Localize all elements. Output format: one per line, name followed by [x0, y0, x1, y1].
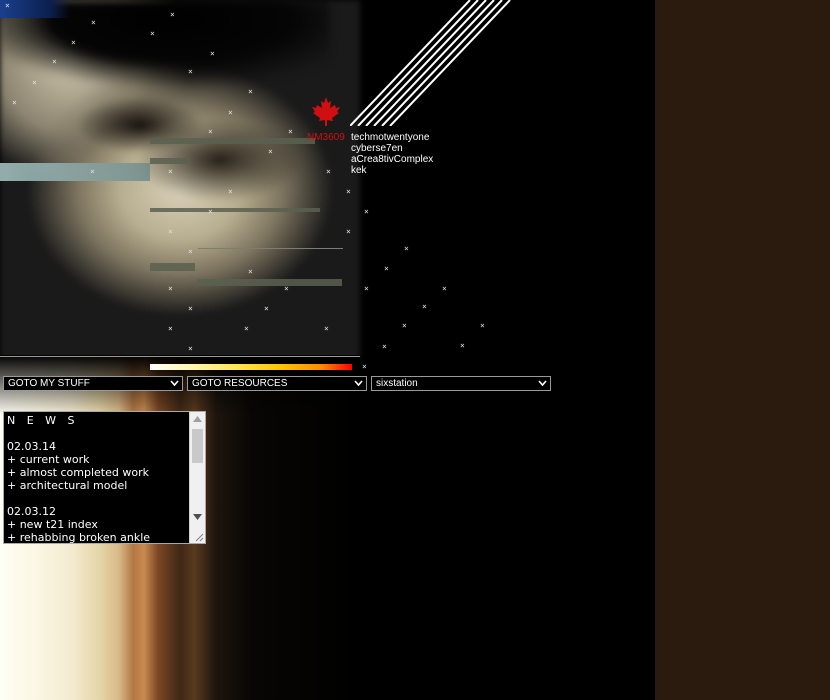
scan-line: [198, 248, 343, 249]
chevron-down-icon: [538, 380, 547, 387]
sparkle: ×: [244, 324, 249, 333]
sparkle: ×: [5, 1, 10, 10]
sparkle: ×: [228, 108, 233, 117]
glitch-bar: [150, 158, 190, 164]
goto-resources-select[interactable]: GOTO RESOURCES: [187, 376, 367, 391]
news-item: + current work: [7, 453, 90, 466]
news-content: N E W S 02.03.14 + current work + almost…: [7, 414, 189, 544]
sparkle: ×: [170, 10, 175, 19]
sparkle: ×: [382, 342, 387, 351]
goto-my-stuff-select[interactable]: GOTO MY STUFF: [3, 376, 183, 391]
site-link-acrea8tivcomplex[interactable]: aCrea8tivComplex: [351, 154, 433, 165]
sparkle: ×: [264, 304, 269, 313]
select-value: GOTO MY STUFF: [8, 378, 90, 389]
glitch-bar: [0, 163, 150, 181]
news-heading: N E W S: [7, 414, 79, 427]
resize-grip-icon[interactable]: [194, 532, 204, 542]
sparkle: ×: [402, 321, 407, 330]
sparkle: ×: [362, 362, 367, 371]
scroll-up-arrow-icon[interactable]: [193, 416, 202, 422]
sparkle: ×: [422, 302, 427, 311]
scroll-down-arrow-icon[interactable]: [193, 514, 202, 520]
news-textarea[interactable]: N E W S 02.03.14 + current work + almost…: [3, 411, 206, 544]
sparkle: ×: [208, 207, 213, 216]
sparkle: ×: [442, 284, 447, 293]
sparkle: ×: [460, 341, 465, 350]
sparkle: ×: [188, 67, 193, 76]
glitch-bar: [197, 279, 342, 286]
sparkle: ×: [288, 127, 293, 136]
chevron-down-icon: [170, 380, 179, 387]
sparkle: ×: [71, 38, 76, 47]
site-link-kek[interactable]: kek: [351, 165, 433, 176]
chevron-down-icon: [354, 380, 363, 387]
scan-line: [0, 356, 360, 357]
news-scrollbar[interactable]: [189, 412, 205, 543]
sparkle: ×: [364, 207, 369, 216]
gradient-strip: [150, 364, 352, 370]
select-value: GOTO RESOURCES: [192, 378, 288, 389]
news-item: + almost completed work: [7, 466, 149, 479]
sparkle: ×: [480, 321, 485, 330]
sparkle: ×: [150, 29, 155, 38]
sparkle: ×: [188, 247, 193, 256]
sparkle: ×: [12, 98, 17, 107]
right-background-panel: [655, 0, 830, 700]
id-label[interactable]: NM3609: [307, 132, 345, 143]
sparkle: ×: [188, 304, 193, 313]
sparkle: ×: [364, 284, 369, 293]
sparkle: ×: [168, 284, 173, 293]
sparkle: ×: [188, 344, 193, 353]
scroll-thumb[interactable]: [192, 429, 203, 463]
glitch-bar: [150, 208, 320, 212]
sparkle: ×: [346, 187, 351, 196]
sparkle: ×: [404, 244, 409, 253]
sparkle: ×: [32, 78, 37, 87]
news-item: + architectural model: [7, 479, 128, 492]
sparkle: ×: [210, 49, 215, 58]
sparkle: ×: [168, 227, 173, 236]
sparkle: ×: [248, 87, 253, 96]
sparkle: ×: [346, 227, 351, 236]
sparkle: ×: [168, 167, 173, 176]
sparkle: ×: [284, 284, 289, 293]
select-value: sixstation: [376, 378, 418, 389]
sparkle: ×: [268, 147, 273, 156]
corner-accent: [0, 0, 70, 18]
glitch-bar: [150, 263, 195, 271]
news-item: + rehabbing broken ankle: [7, 531, 151, 544]
news-date: 02.03.14: [7, 440, 56, 453]
sparkle: ×: [208, 127, 213, 136]
site-link-techmotwentyone[interactable]: techmotwentyone: [351, 132, 433, 143]
station-select[interactable]: sixstation: [371, 376, 551, 391]
sparkle: ×: [91, 18, 96, 27]
news-item: + new t21 index: [7, 518, 98, 531]
maple-leaf-icon[interactable]: [310, 96, 342, 126]
sparkle: ×: [90, 167, 95, 176]
sparkle: ×: [324, 324, 329, 333]
glitch-bar: [150, 138, 315, 144]
sparkle: ×: [384, 264, 389, 273]
diagonal-stripes: [350, 0, 511, 126]
sparkle: ×: [52, 57, 57, 66]
artwork-canvas: NM3609 techmotwentyone cyberse7en aCrea8…: [0, 0, 655, 700]
site-links: techmotwentyone cyberse7en aCrea8tivComp…: [351, 132, 433, 176]
sparkle: ×: [248, 267, 253, 276]
sparkle: ×: [228, 187, 233, 196]
news-date: 02.03.12: [7, 505, 56, 518]
sparkle: ×: [326, 167, 331, 176]
sparkle: ×: [168, 324, 173, 333]
site-link-cyberse7en[interactable]: cyberse7en: [351, 143, 433, 154]
